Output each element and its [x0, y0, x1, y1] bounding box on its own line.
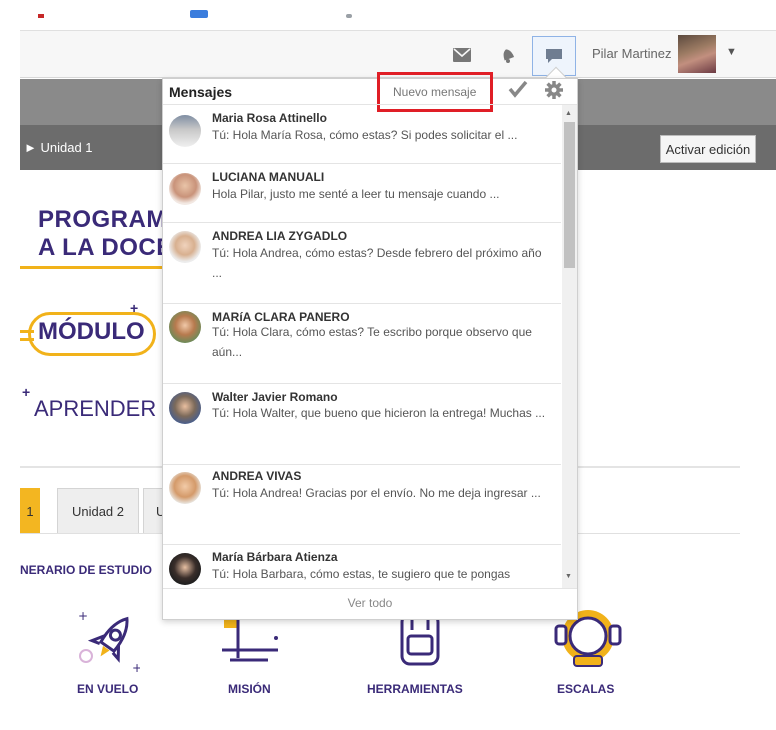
messages-list: Maria Rosa Attinello Tú: Hola María Rosa… — [163, 105, 561, 588]
avatar — [169, 311, 201, 343]
banner-underline — [20, 266, 164, 269]
avatar — [169, 392, 201, 424]
tab-unidad-1[interactable]: 1 — [20, 488, 40, 534]
svg-text:+: + — [78, 609, 88, 623]
message-preview: Tú: Hola Andrea! Gracias por el envío. N… — [212, 486, 541, 500]
top-strip-icon — [190, 10, 208, 18]
avatar — [169, 173, 201, 205]
aprender-heading: APRENDER E — [34, 396, 178, 421]
en-vuelo-label[interactable]: EN VUELO — [77, 682, 138, 696]
message-preview: Tú: Hola María Rosa, cómo estas? Si pode… — [212, 128, 518, 142]
itinerary-heading: NERARIO DE ESTUDIO — [20, 563, 153, 577]
scrollbar-thumb[interactable] — [564, 122, 575, 268]
message-preview: Tú: Hola Andrea, cómo estas? Desde febre… — [212, 246, 542, 280]
sender-name: ANDREA LIA ZYGADLO — [212, 229, 348, 243]
popover-title: Mensajes — [169, 84, 233, 100]
mision-label[interactable]: MISIÓN — [228, 682, 271, 696]
modulo-label: MÓDULO — [38, 318, 145, 345]
view-all-link[interactable]: Ver todo — [163, 596, 577, 610]
sender-name: María Bárbara Atienza — [212, 550, 338, 564]
message-item[interactable]: Walter Javier Romano Tú: Hola Walter, qu… — [163, 384, 561, 465]
avatar — [169, 553, 201, 585]
enable-editing-button[interactable]: Activar edición — [660, 135, 756, 163]
top-strip-mark — [346, 14, 352, 18]
rocket-icon[interactable]: + + — [76, 606, 142, 683]
user-avatar[interactable] — [678, 35, 716, 73]
message-item[interactable]: ANDREA VIVAS Tú: Hola Andrea! Gracias po… — [163, 465, 561, 545]
message-item[interactable]: Maria Rosa Attinello Tú: Hola María Rosa… — [163, 105, 561, 164]
popover-footer-divider — [163, 588, 577, 589]
mail-icon[interactable] — [449, 42, 475, 68]
section-title: ► Unidad 1 — [24, 140, 93, 155]
message-item[interactable]: ANDREA LIA ZYGADLO Tú: Hola Andrea, cómo… — [163, 223, 561, 304]
message-item[interactable]: María Bárbara Atienza Tú: Hola Barbara, … — [163, 545, 561, 588]
message-item[interactable]: MARíA CLARA PANERO Tú: Hola Clara, cómo … — [163, 304, 561, 384]
mark-all-read-icon[interactable] — [508, 80, 528, 103]
herramientas-label[interactable]: HERRAMIENTAS — [367, 682, 463, 696]
chevron-down-icon[interactable]: ▼ — [726, 46, 737, 58]
message-preview: Tú: Hola Barbara, cómo estas, te sugiero… — [212, 567, 511, 581]
sender-name: Maria Rosa Attinello — [212, 111, 327, 125]
escalas-label[interactable]: ESCALAS — [557, 682, 614, 696]
message-preview: Tú: Hola Walter, que bueno que hicieron … — [212, 406, 546, 420]
message-item[interactable]: LUCIANA MANUALI Hola Pilar, justo me sen… — [163, 164, 561, 223]
sender-name: Walter Javier Romano — [212, 390, 338, 404]
avatar — [169, 115, 201, 147]
gear-icon[interactable] — [544, 80, 564, 105]
sender-name: LUCIANA MANUALI — [212, 170, 325, 184]
message-preview: Tú: Hola Clara, cómo estas? Te escribo p… — [212, 325, 532, 359]
avatar — [169, 472, 201, 504]
sender-name: ANDREA VIVAS — [212, 469, 302, 483]
tab-unidad-2[interactable]: Unidad 2 — [57, 488, 139, 534]
user-name[interactable]: Pilar Martinez — [592, 46, 671, 61]
avatar — [169, 231, 201, 263]
banner-title-line2: A LA DOCE — [38, 234, 173, 261]
scroll-down-icon[interactable]: ▼ — [565, 573, 572, 580]
bell-icon[interactable] — [495, 42, 521, 68]
plus-decoration-icon: + — [22, 384, 31, 400]
top-strip-mark — [38, 14, 44, 18]
message-preview: Hola Pilar, justo me senté a leer tu men… — [212, 187, 500, 201]
svg-text:+: + — [132, 661, 140, 675]
scroll-up-icon[interactable]: ▲ — [565, 110, 572, 117]
